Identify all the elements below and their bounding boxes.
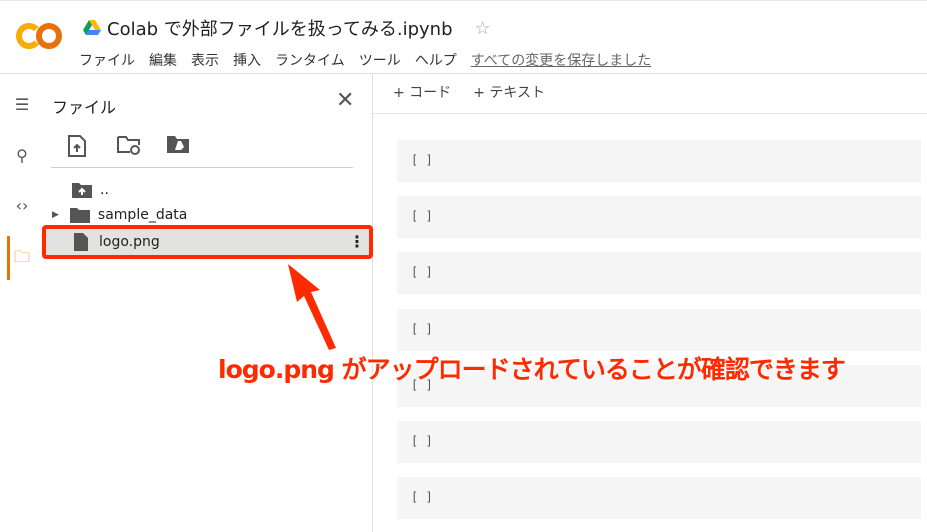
divider: [373, 113, 927, 114]
mount-drive-icon[interactable]: [166, 134, 190, 158]
run-cell-button[interactable]: [ ]: [411, 434, 433, 448]
run-cell-button[interactable]: [ ]: [411, 153, 433, 167]
header: Colab で外部ファイルを扱ってみる.ipynb ☆ ファイル 編集 表示 挿…: [0, 0, 927, 74]
file-item-sample-data[interactable]: ▶ sample_data: [42, 202, 369, 227]
parent-folder-icon: [72, 182, 92, 198]
menu-edit[interactable]: 編集: [149, 50, 177, 70]
notebook-area: + コード + テキスト [ ] [ ] [ ] [ ] [ ] [ ] [ ]: [373, 74, 927, 532]
run-cell-button[interactable]: [ ]: [411, 265, 433, 279]
menu-insert[interactable]: 挿入: [233, 50, 261, 70]
annotation-arrow: [288, 264, 336, 350]
add-code-button[interactable]: + コード: [393, 82, 451, 102]
star-icon[interactable]: ☆: [475, 18, 491, 39]
annotation-text: logo.png がアップロードされていることが確認できます: [218, 355, 846, 384]
folder-icon: [69, 207, 90, 223]
close-icon[interactable]: ✕: [336, 88, 354, 113]
menu-runtime[interactable]: ランタイム: [275, 50, 345, 70]
menu-bar: ファイル 編集 表示 挿入 ランタイム ツール ヘルプ すべての変更を保存しまし…: [79, 50, 651, 70]
code-cell[interactable]: [ ]: [397, 252, 921, 294]
side-rail: ☰ ⚲ ‹› 🗀: [0, 74, 42, 532]
more-options-icon[interactable]: ⋮: [349, 234, 365, 250]
file-icon: [74, 233, 88, 251]
menu-help[interactable]: ヘルプ: [415, 50, 457, 70]
refresh-folder-icon[interactable]: [116, 134, 140, 158]
code-cell[interactable]: [ ]: [397, 196, 921, 238]
code-cell[interactable]: [ ]: [397, 477, 921, 519]
panel-title: ファイル: [52, 98, 117, 117]
run-cell-button[interactable]: [ ]: [411, 209, 433, 223]
menu-file[interactable]: ファイル: [79, 50, 135, 70]
file-item-parent[interactable]: ..: [42, 177, 369, 202]
menu-tools[interactable]: ツール: [359, 50, 401, 70]
drive-icon: [83, 20, 101, 35]
run-cell-button[interactable]: [ ]: [411, 490, 433, 504]
file-item-logo-png[interactable]: logo.png ⋮: [42, 225, 373, 259]
menu-view[interactable]: 表示: [191, 50, 219, 70]
colab-logo[interactable]: [16, 21, 62, 51]
add-text-button[interactable]: + テキスト: [473, 82, 545, 102]
save-status[interactable]: すべての変更を保存しました: [471, 50, 651, 70]
run-cell-button[interactable]: [ ]: [411, 322, 433, 336]
file-name: ..: [100, 181, 109, 198]
folder-icon[interactable]: 🗀: [10, 245, 34, 269]
code-cell[interactable]: [ ]: [397, 309, 921, 351]
code-cell[interactable]: [ ]: [397, 421, 921, 463]
divider: [51, 167, 353, 168]
upload-icon[interactable]: [66, 134, 90, 158]
notebook-title[interactable]: Colab で外部ファイルを扱ってみる.ipynb ☆: [83, 15, 491, 41]
toc-icon[interactable]: ☰: [10, 93, 34, 117]
code-cell[interactable]: [ ]: [397, 140, 921, 182]
title-text[interactable]: Colab で外部ファイルを扱ってみる.ipynb: [107, 15, 453, 41]
file-name: sample_data: [97, 206, 188, 223]
file-name: logo.png: [99, 234, 160, 250]
search-icon[interactable]: ⚲: [10, 144, 34, 168]
code-icon[interactable]: ‹›: [10, 194, 34, 218]
expand-arrow-icon[interactable]: ▶: [52, 210, 59, 220]
